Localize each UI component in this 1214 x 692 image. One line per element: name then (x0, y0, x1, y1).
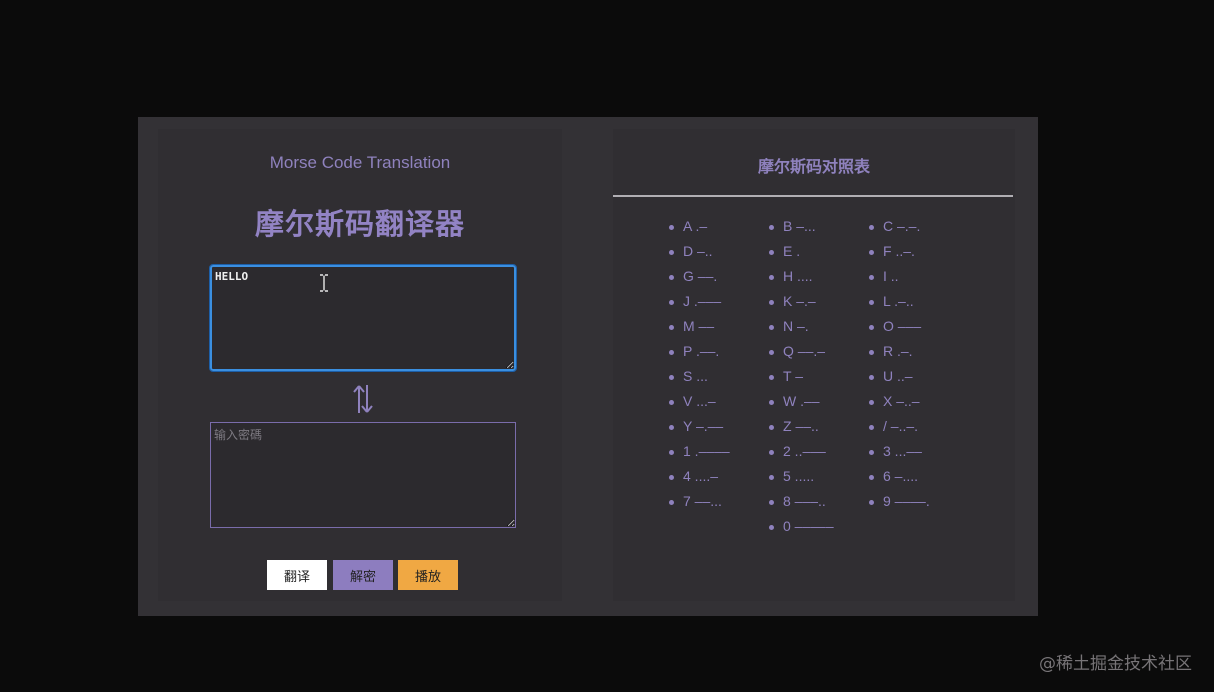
morse-code-item: E . (768, 239, 868, 264)
morse-code-item: C –.–. (868, 214, 968, 239)
reference-table-section: 摩尔斯码对照表 A .–B –...C –.–. D –..E .F ..–. G … (613, 129, 1015, 601)
morse-code-item: X –..– (868, 389, 968, 414)
morse-code-item: 0 ––––– (768, 514, 868, 539)
morse-code-list: A .–B –...C –.–. D –..E .F ..–. G ––.H ...… (668, 214, 998, 539)
decrypt-button[interactable]: 解密 (333, 560, 393, 590)
morse-output-field[interactable] (210, 422, 516, 528)
morse-code-item: 1 .–––– (668, 439, 768, 464)
morse-code-item: F ..–. (868, 239, 968, 264)
morse-code-item: 3 ...–– (868, 439, 968, 464)
morse-code-item: 8 –––.. (768, 489, 868, 514)
morse-code-item: B –... (768, 214, 868, 239)
morse-code-item: Y –.–– (668, 414, 768, 439)
morse-code-item: R .–. (868, 339, 968, 364)
morse-code-item: A .– (668, 214, 768, 239)
morse-code-item: N –. (768, 314, 868, 339)
translator-panel: Morse Code Translation 摩尔斯码翻译器 翻译 解密 播放 … (138, 117, 1038, 616)
text-cursor-icon (319, 274, 329, 292)
morse-code-item: O ––– (868, 314, 968, 339)
translate-button[interactable]: 翻译 (267, 560, 327, 590)
morse-code-item: D –.. (668, 239, 768, 264)
morse-code-item: W .–– (768, 389, 868, 414)
morse-code-item: U ..– (868, 364, 968, 389)
watermark: @稀土掘金技术社区 (1039, 649, 1192, 674)
morse-code-item: 4 ....– (668, 464, 768, 489)
subtitle: Morse Code Translation (158, 153, 562, 173)
morse-code-item: 7 ––... (668, 489, 768, 514)
morse-code-item: L .–.. (868, 289, 968, 314)
morse-code-item: K –.– (768, 289, 868, 314)
morse-code-item: Q ––.– (768, 339, 868, 364)
page-title: 摩尔斯码翻译器 (158, 201, 562, 243)
morse-code-item: 6 –.... (868, 464, 968, 489)
swap-vertical-arrows-icon[interactable] (351, 383, 375, 415)
morse-code-item: I .. (868, 264, 968, 289)
translator-section: Morse Code Translation 摩尔斯码翻译器 翻译 解密 播放 (158, 129, 562, 601)
morse-code-item: 2 ..––– (768, 439, 868, 464)
morse-code-item: S ... (668, 364, 768, 389)
plaintext-input[interactable] (210, 265, 516, 371)
morse-code-item: P .––. (668, 339, 768, 364)
morse-code-item: J .––– (668, 289, 768, 314)
reference-table-title: 摩尔斯码对照表 (613, 153, 1015, 177)
morse-code-item: G ––. (668, 264, 768, 289)
morse-code-item: H .... (768, 264, 868, 289)
morse-code-item: M –– (668, 314, 768, 339)
morse-code-item: / –..–. (868, 414, 968, 439)
play-button[interactable]: 播放 (398, 560, 458, 590)
morse-code-item: T – (768, 364, 868, 389)
morse-code-item: V ...– (668, 389, 768, 414)
divider (613, 195, 1013, 197)
morse-code-item: 5 ..... (768, 464, 868, 489)
morse-code-item: 9 ––––. (868, 489, 968, 514)
morse-code-item: Z ––.. (768, 414, 868, 439)
